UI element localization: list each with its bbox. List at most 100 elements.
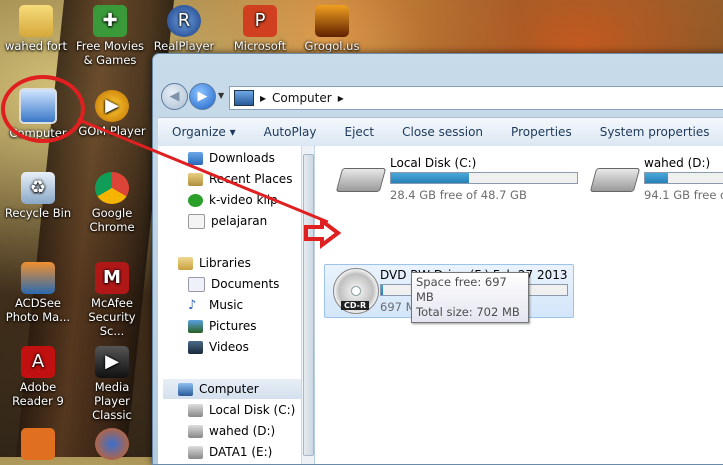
breadcrumb-separator-icon[interactable]: ▸ [260,91,266,105]
recycle-bin-icon: ♻ [21,172,55,204]
drive-usage-fill [645,173,668,183]
recent-pages-dropdown-icon[interactable]: ▼ [218,91,224,100]
navigation-pane: Downloads Recent Places k-video klip pel… [158,146,313,464]
drive-local-disk-c[interactable]: Local Disk (C:) 28.4 GB free of 48.7 GB [335,154,585,202]
nav-item-music[interactable]: ♪ Music [188,295,243,315]
breadcrumb-separator-icon[interactable]: ▸ [338,91,344,105]
nav-item-label: Local Disk (C:) [209,403,296,417]
desktop-icon-acdsee[interactable]: ACDSee Photo Ma... [2,262,74,324]
nav-item-label: Videos [209,340,249,354]
desktop-icon-wahed-fort[interactable]: wahed fort [0,5,72,53]
mcafee-icon: M [95,262,129,294]
document-icon [188,213,205,229]
desktop-icon-label: Free Movies & Games [75,39,145,67]
drive-usage-bar [390,172,578,184]
scrollbar-thumb[interactable] [303,154,314,456]
nav-item-label: Music [209,298,244,312]
media-player-icon: ▶ [95,346,129,378]
nav-item-videos[interactable]: Videos [188,337,249,357]
nav-item-label: Downloads [209,151,275,165]
desktop-icon-mcafee[interactable]: M McAfee Security Sc... [76,262,148,338]
desktop-icon-gom-player[interactable]: ▶ GOM Player [76,90,148,138]
acdsee-icon [21,262,55,294]
downloads-icon [188,151,203,165]
desktop-icon-label: Microsoft [233,39,287,53]
eject-button[interactable]: Eject [331,125,389,139]
nav-item-downloads[interactable]: Downloads [188,148,275,168]
close-session-button[interactable]: Close session [388,125,497,139]
desktop-icon-label: ACDSee Photo Ma... [5,296,71,324]
back-button[interactable]: ◀ [161,83,188,110]
nav-item-label: wahed (D:) [209,424,276,438]
folder-icon [19,5,53,37]
drive-usage-fill [381,285,383,295]
nav-item-label: Libraries [199,256,251,270]
desktop-icon-adobe-reader[interactable]: A Adobe Reader 9 [2,346,74,408]
organize-button[interactable]: Organize ▾ [158,125,250,139]
realplayer-icon: R [167,5,201,37]
recent-places-icon [188,172,203,186]
properties-button[interactable]: Properties [497,125,586,139]
chrome-icon [95,172,129,204]
desktop-icon-google-chrome[interactable]: Google Chrome [76,172,148,234]
nav-item-label: Documents [211,277,280,291]
shortcut-icon [188,193,203,207]
music-icon: ♪ [188,297,197,313]
desktop-icon-label: Adobe Reader 9 [12,380,64,408]
videos-icon [188,340,203,354]
drive-wahed-d[interactable]: wahed (D:) 94.1 GB free of [589,154,723,202]
drive-tooltip: Space free: 697 MB Total size: 702 MB [411,272,529,323]
command-bar: Organize ▾ AutoPlay Eject Close session … [158,117,723,147]
explorer-window: ◀ ▶ ▼ ▸ Computer ▸ Organize ▾ AutoPlay E… [152,53,723,465]
nav-item-data1-e[interactable]: DATA1 (E:) [188,442,272,462]
hard-drive-icon [335,168,387,192]
drive-usage-bar [644,172,723,184]
hard-drive-icon [188,424,203,438]
desktop-icon-realplayer[interactable]: R RealPlayer [148,5,220,53]
nav-item-local-disk-c[interactable]: Local Disk (C:) [188,400,295,420]
forward-button[interactable]: ▶ [189,83,216,110]
desktop-icon-free-movies[interactable]: ✚ Free Movies & Games [74,5,146,67]
nav-item-k-video-klip[interactable]: k-video klip [188,190,278,210]
documents-icon [188,276,205,292]
tooltip-total-size: Total size: 702 MB [416,305,520,319]
desktop-icon-recycle-bin[interactable]: ♻ Recycle Bin [2,172,74,220]
nav-item-documents[interactable]: Documents [188,274,279,294]
tooltip-space-free: Space free: 697 MB [416,275,507,304]
forward-arrow-icon: ▶ [197,89,208,104]
computer-icon [178,382,193,396]
nav-item-pelajaran[interactable]: pelajaran [188,211,267,231]
navigation-scrollbar[interactable] [301,146,314,464]
desktop-icon-label: Grogol.us [304,39,360,53]
address-bar[interactable]: ▸ Computer ▸ [229,86,723,110]
desktop-icon-label: RealPlayer [153,39,215,53]
nav-item-label: Computer [199,382,259,396]
firefox-icon [95,428,129,460]
libraries-icon [178,256,193,270]
desktop-icon-microsoft[interactable]: P Microsoft [224,5,296,53]
desktop-icon-label: Media Player Classic [92,380,132,422]
annotation-circle [1,75,85,143]
drive-free-space: 94.1 GB free of [644,188,723,202]
nav-section-libraries[interactable]: Libraries [178,253,251,273]
nav-section-computer[interactable]: Computer [163,379,313,399]
powerpoint-icon: P [243,5,277,37]
breadcrumb-computer[interactable]: Computer [272,91,332,105]
drive-usage-fill [391,173,470,183]
system-properties-button[interactable]: System properties [586,125,723,139]
desktop-icon-grogol[interactable]: Grogol.us [296,5,368,53]
back-arrow-icon: ◀ [169,89,180,104]
hard-drive-icon [188,403,203,417]
nav-item-pictures[interactable]: Pictures [188,316,257,336]
gift-icon: ✚ [93,5,127,37]
desktop-icon-label: Google Chrome [89,206,135,234]
image-icon [315,5,349,37]
desktop-icon-media-player-classic[interactable]: ▶ Media Player Classic [76,346,148,422]
nav-item-wahed-d[interactable]: wahed (D:) [188,421,275,441]
autoplay-button[interactable]: AutoPlay [250,125,331,139]
nav-item-label: pelajaran [211,214,268,228]
annotation-arrow-icon [304,219,342,249]
drive-free-space: 28.4 GB free of 48.7 GB [390,188,527,202]
pictures-icon [188,319,203,333]
gom-icon: ▶ [95,90,129,122]
